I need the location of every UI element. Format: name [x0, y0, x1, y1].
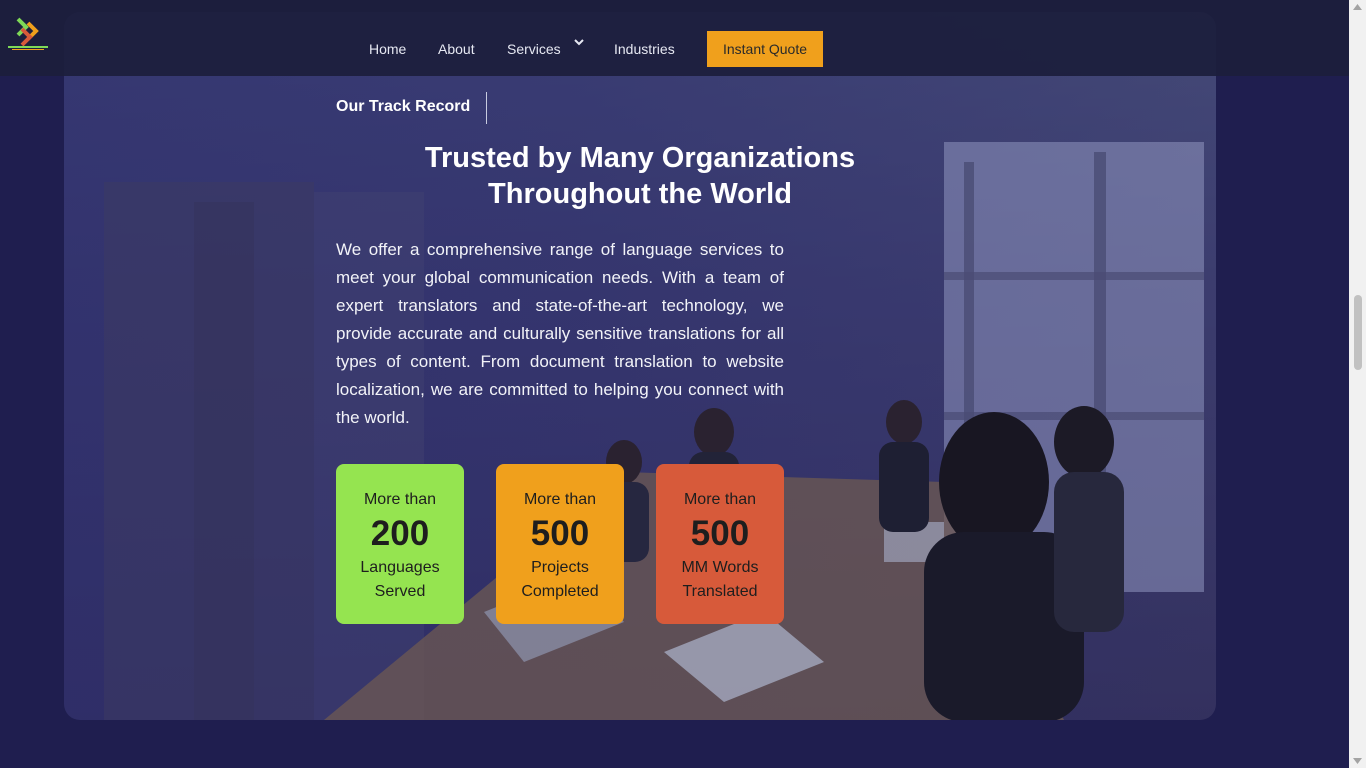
stat-number: 200: [370, 514, 430, 553]
eyebrow-divider: [486, 92, 487, 124]
stat-label-line-2: Completed: [521, 583, 599, 600]
stat-prefix: More than: [523, 491, 597, 508]
stat-label-line-1: Languages: [360, 559, 440, 576]
brand-chevrons-logo[interactable]: [6, 17, 50, 51]
section-title: Trusted by Many Organizations Throughout…: [336, 140, 944, 212]
title-line-1: Trusted by Many Organizations: [424, 142, 856, 174]
stat-card-projects: More than 500 Projects Completed: [496, 464, 624, 624]
nav-home-link[interactable]: Home: [369, 41, 406, 57]
stat-prefix: More than: [363, 491, 437, 508]
stat-card-languages: More than 200 Languages Served: [336, 464, 464, 624]
stat-label-line-2: Served: [374, 583, 426, 600]
stat-label-line-1: MM Words: [681, 559, 759, 576]
title-line-2: Throughout the World: [488, 178, 792, 210]
nav-about-link[interactable]: About: [438, 41, 475, 57]
stat-prefix: More than: [683, 491, 757, 508]
stat-label-line-1: Projects: [531, 559, 589, 576]
stat-label-line-2: Translated: [682, 583, 758, 600]
page-scrollbar[interactable]: [1349, 0, 1366, 768]
section-eyebrow: Our Track Record: [336, 98, 471, 115]
chevron-down-icon[interactable]: [573, 38, 585, 48]
stat-card-words: More than 500 MM Words Translated: [656, 464, 784, 624]
nav-industries-link[interactable]: Industries: [614, 41, 675, 57]
top-navbar: Home About Services Industries Instant Q…: [0, 0, 1349, 76]
scroll-down-arrow-icon[interactable]: [1353, 758, 1362, 764]
nav-services-link[interactable]: Services: [507, 41, 561, 57]
stat-number: 500: [530, 514, 590, 553]
section-description: We offer a comprehensive range of langua…: [336, 240, 784, 427]
instant-quote-button[interactable]: Instant Quote: [707, 31, 823, 67]
scroll-up-arrow-icon[interactable]: [1353, 4, 1362, 10]
scrollbar-thumb[interactable]: [1354, 295, 1362, 370]
stat-number: 500: [690, 514, 750, 553]
